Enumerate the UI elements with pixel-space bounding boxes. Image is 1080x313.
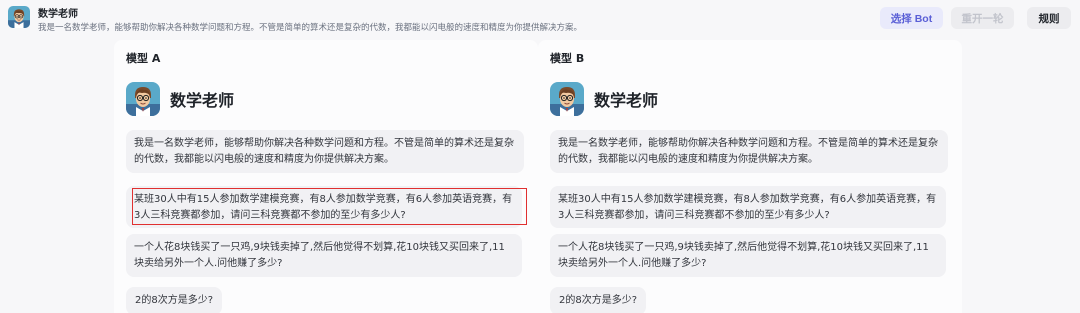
math-teacher-avatar-icon [126,82,160,116]
bot-info: 数学老师 [550,81,658,117]
question-text: 某班30人中有15人参加数学建模竞赛，有8人参加数学竞赛，有6人参加英语竞赛，有… [134,194,513,221]
model-a-panel: 模型 A 数学老师 我是一名数学老师，能够帮助你解决各种数学问题和方程。不管是简… [114,40,538,313]
model-b-panel: 模型 B 数学老师 我是一名数学老师，能够帮助你解决各种数学问题和方程。不管是简… [538,40,962,313]
bot-info: 数学老师 [126,81,234,117]
suggested-question[interactable]: 一个人花8块钱买了一只鸡,9块钱卖掉了,然后他觉得不划算,花10块钱又买回来了,… [550,234,946,277]
suggested-question[interactable]: 某班30人中有15人参加数学建模竞赛，有8人参加数学竞赛，有6人参加英语竞赛，有… [126,186,522,228]
bot-intro-bubble: 我是一名数学老师，能够帮助你解决各种数学问题和方程。不管是简单的算术还是复杂的代… [126,130,524,173]
model-label: 模型 A [126,52,161,65]
math-teacher-avatar-icon [550,82,584,116]
rules-button[interactable]: 规则 [1027,7,1071,29]
question-text: 一个人花8块钱买了一只鸡,9块钱卖掉了,然后他觉得不划算,花10块钱又买回来了,… [134,242,505,269]
question-text: 2的8次方是多少? [559,295,638,306]
restart-round-button[interactable]: 重开一轮 [951,7,1014,29]
bot-title: 数学老师 [38,9,78,20]
math-teacher-avatar-icon [8,6,30,28]
suggested-question[interactable]: 某班30人中有15人参加数学建模竞赛，有8人参加数学竞赛，有6人参加英语竞赛，有… [550,186,946,228]
model-label: 模型 B [550,52,585,65]
bot-name: 数学老师 [594,91,659,110]
bot-name: 数学老师 [170,91,235,110]
bot-intro-bubble: 我是一名数学老师，能够帮助你解决各种数学问题和方程。不管是简单的算术还是复杂的代… [550,130,948,173]
select-bot-button[interactable]: 选择 Bot [880,7,943,29]
question-text: 某班30人中有15人参加数学建模竞赛，有8人参加数学竞赛，有6人参加英语竞赛，有… [558,194,937,221]
suggested-question[interactable]: 2的8次方是多少? [126,287,223,313]
bot-description: 我是一名数学老师，能够帮助你解决各种数学问题和方程。不管是简单的算术还是复杂的代… [38,23,583,33]
question-text: 2的8次方是多少? [135,295,214,306]
top-header: 数学老师 我是一名数学老师，能够帮助你解决各种数学问题和方程。不管是简单的算术还… [0,0,1080,38]
suggested-question[interactable]: 2的8次方是多少? [550,287,647,313]
suggested-question[interactable]: 一个人花8块钱买了一只鸡,9块钱卖掉了,然后他觉得不划算,花10块钱又买回来了,… [126,234,522,277]
question-text: 一个人花8块钱买了一只鸡,9块钱卖掉了,然后他觉得不划算,花10块钱又买回来了,… [558,242,929,269]
